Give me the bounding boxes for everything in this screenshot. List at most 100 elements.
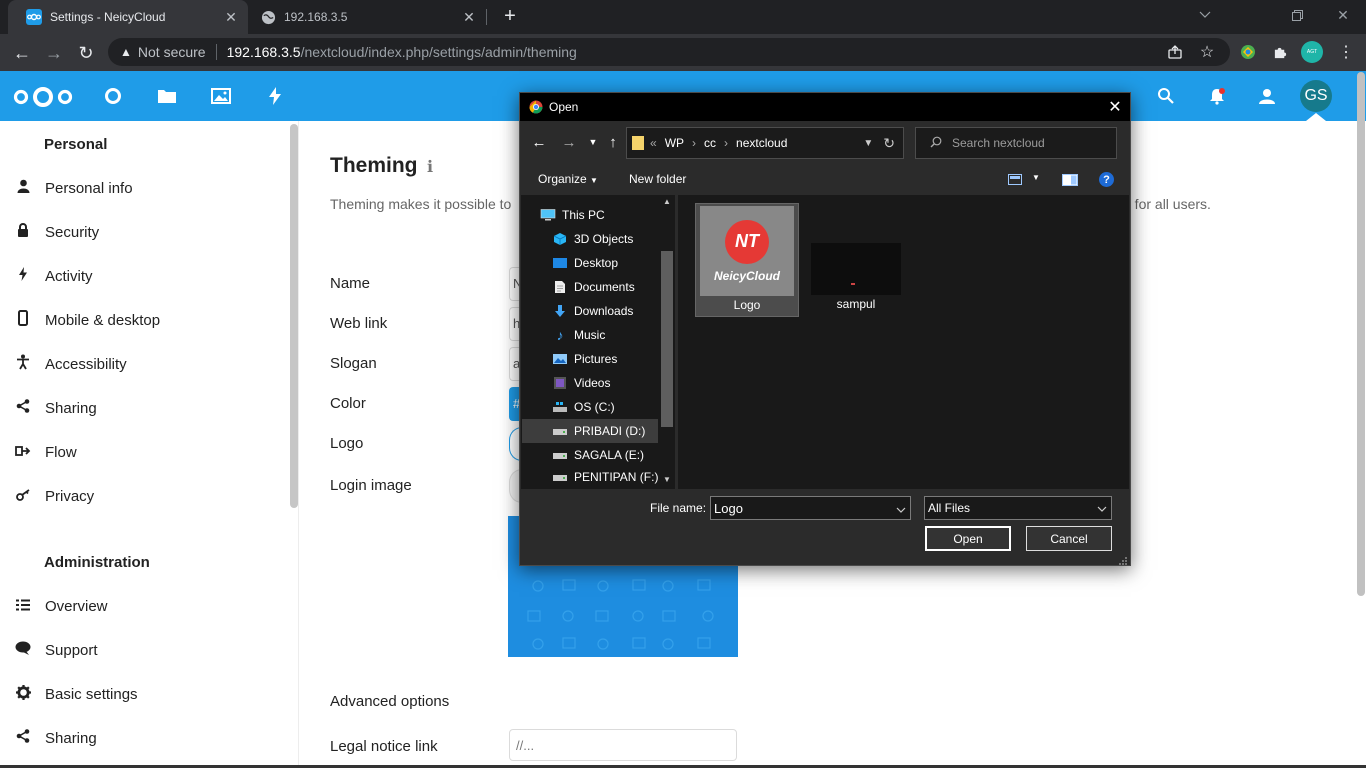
contacts-icon[interactable] [1251,80,1283,112]
window-close-button[interactable]: ✕ [1320,0,1366,30]
personal-heading: Personal [44,136,108,153]
view-dropdown-chevron-icon[interactable]: ▼ [1032,173,1040,182]
back-arrow-icon[interactable]: ← [9,40,35,66]
dialog-forward-arrow-icon[interactable]: → [558,131,580,153]
tab-close-icon[interactable]: ✕ [458,9,480,26]
tab-192-168-3-5[interactable]: 192.168.3.5 ✕ [250,0,486,34]
file-item-sampul[interactable]: sampul [804,203,908,317]
breadcrumb-overflow[interactable]: « [650,136,657,150]
cancel-button[interactable]: Cancel [1026,526,1112,551]
sidebar-item-label: Overview [45,597,108,615]
sidebar-item-label: Accessibility [45,355,127,373]
tree-scroll-down-icon[interactable]: ▼ [663,475,671,484]
bolt-icon [14,267,32,285]
tree-item-sagala-e[interactable]: SAGALA (E:) [552,443,690,467]
sidebar-item-accessibility[interactable]: Accessibility [0,342,290,386]
up-folder-arrow-icon[interactable]: ↑ [602,131,624,153]
notifications-bell-icon[interactable] [1201,80,1233,112]
file-name-input[interactable]: Logo [710,496,911,520]
page-title: Theming [330,154,418,177]
tree-scroll-up-icon[interactable]: ▲ [663,197,671,206]
file-type-select[interactable]: All Files [924,496,1112,520]
tab-title: 192.168.3.5 [284,10,348,24]
view-options-icon[interactable] [1008,173,1024,186]
dialog-back-arrow-icon[interactable]: ← [528,131,550,153]
files-folder-icon[interactable] [151,80,183,112]
address-dropdown-chevron-icon[interactable]: ▼ [863,138,873,149]
sidebar-item-flow[interactable]: Flow [0,430,290,474]
breadcrumb-nextcloud[interactable]: nextcloud [736,136,787,150]
resize-grip-icon[interactable] [1118,553,1128,565]
preview-pane-icon[interactable] [1062,173,1078,186]
help-icon[interactable]: ? [1099,172,1114,187]
nextcloud-logo-icon[interactable] [12,84,74,110]
search-icon[interactable] [1150,80,1182,112]
reload-icon[interactable]: ↻ [73,40,99,66]
breadcrumb-wp[interactable]: WP [665,136,684,150]
tab-title: Settings - NeicyCloud [50,10,166,24]
dialog-titlebar[interactable]: Open [520,93,1130,121]
activity-bolt-icon[interactable] [259,80,291,112]
sidebar-item-mobile-desktop[interactable]: Mobile & desktop [0,298,290,342]
sidebar-scrollbar[interactable] [290,124,298,508]
forward-arrow-icon[interactable]: → [41,40,67,66]
tree-item-pribadi-d[interactable]: PRIBADI (D:) [522,419,658,443]
info-icon[interactable]: ℹ [427,157,433,177]
sidebar-item-label: Support [45,641,98,659]
recent-locations-chevron-icon[interactable]: ▼ [582,131,604,153]
gear-icon [14,684,32,704]
dashboard-icon[interactable] [97,80,129,112]
dialog-close-icon[interactable]: ✕ [1100,93,1130,121]
profile-avatar[interactable]: AGT [1301,41,1323,63]
phone-icon [14,310,32,330]
cube-icon [552,232,568,246]
sidebar-item-sharing[interactable]: Sharing [0,386,290,430]
tree-item-label: Pictures [574,352,618,366]
tab-settings-neicycloud[interactable]: Settings - NeicyCloud ✕ [8,0,248,34]
new-tab-button[interactable]: + [498,3,522,29]
search-placeholder: Search nextcloud [952,136,1045,150]
organize-button[interactable]: Organize ▼ [538,172,598,186]
sidebar-item-admin-sharing[interactable]: Sharing [0,716,290,760]
tree-item-label: Music [574,328,606,342]
browser-menu-icon[interactable]: ⋮ [1336,42,1356,62]
search-magnifier-icon [930,136,942,151]
sidebar-item-support[interactable]: Support [0,628,290,672]
sidebar-item-privacy[interactable]: Privacy [0,474,290,518]
tree-scrollbar[interactable] [661,251,673,427]
window-restore-button[interactable] [1274,0,1320,30]
sidebar-item-security[interactable]: Security [0,210,290,254]
tree-item-3d-objects[interactable]: 3D Objects [552,227,690,251]
photos-icon[interactable] [205,80,237,112]
new-folder-button[interactable]: New folder [629,172,686,186]
extensions-puzzle-icon[interactable] [1270,42,1290,62]
open-button[interactable]: Open [925,526,1011,551]
extension-colorful-icon[interactable] [1238,42,1258,62]
file-name: Logo [733,298,761,312]
tree-item-this-pc[interactable]: This PC [540,203,678,227]
slogan-label: Slogan [330,355,377,372]
dialog-address-bar[interactable]: « WP › cc › nextcloud ▼ ↻ [626,127,904,159]
dialog-search-box[interactable]: Search nextcloud [915,127,1117,159]
sidebar-item-personal-info[interactable]: Personal info [0,166,290,210]
tree-item-label: SAGALA (E:) [574,448,645,462]
page-scrollbar[interactable] [1357,72,1365,596]
drive-icon [552,470,568,484]
file-name-dropdown-chevron-icon[interactable] [896,501,906,516]
breadcrumb-cc[interactable]: cc [704,136,716,150]
sidebar-item-basic-settings[interactable]: Basic settings [0,672,290,716]
dialog-refresh-icon[interactable]: ↻ [883,135,895,152]
address-bar[interactable]: ▲ Not secure 192.168.3.5/nextcloud/index… [108,38,1230,66]
window-minimize-button[interactable] [1182,0,1228,30]
bookmark-star-icon[interactable]: ☆ [1197,42,1217,62]
sidebar-item-label: Privacy [45,487,95,505]
tab-close-icon[interactable]: ✕ [220,9,242,26]
tree-item-label: PENITIPAN (F:) [574,470,659,484]
file-item-logo[interactable]: NT NeicyCloud Logo [695,203,799,317]
legal-notice-input[interactable]: //... [509,729,737,761]
sidebar-item-overview[interactable]: Overview [0,584,290,628]
sidebar-item-activity[interactable]: Activity [0,254,290,298]
share-page-icon[interactable] [1165,42,1185,62]
nextcloud-favicon-icon [26,9,42,25]
user-avatar[interactable]: GS [1300,80,1332,112]
